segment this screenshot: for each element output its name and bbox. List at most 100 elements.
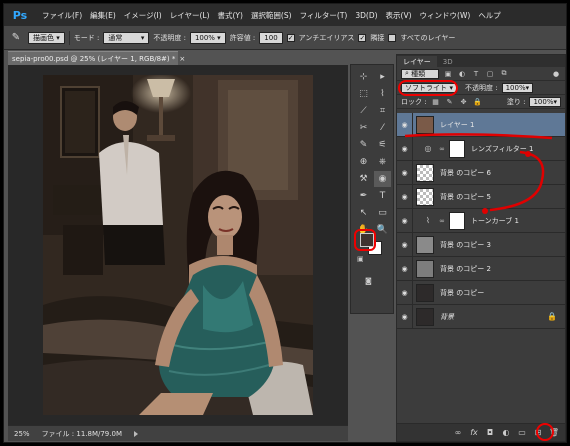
- history-brush-tool-icon[interactable]: ⎈: [374, 154, 391, 170]
- eye-icon[interactable]: ◉: [397, 280, 413, 305]
- layer-thumbnail: [416, 115, 434, 134]
- menu-3d[interactable]: 3D(D): [351, 11, 381, 20]
- layer-name: 背景 のコピー 5: [440, 192, 491, 201]
- eye-icon[interactable]: ◉: [397, 136, 413, 161]
- layer-mask-thumbnail[interactable]: [449, 211, 465, 230]
- stamp-tool-icon[interactable]: ⊕: [355, 154, 372, 170]
- tolerance-field[interactable]: 100: [259, 31, 283, 44]
- eye-icon[interactable]: ◉: [397, 160, 413, 185]
- antialias-checkbox[interactable]: ✓: [286, 33, 295, 42]
- menu-file[interactable]: ファイル(F): [38, 10, 86, 21]
- eraser-tool-icon[interactable]: ⚒: [355, 171, 372, 187]
- filter-toggle-icon[interactable]: ●: [551, 69, 561, 79]
- menu-type[interactable]: 書式(Y): [214, 10, 247, 21]
- trash-icon[interactable]: 🗑: [549, 428, 559, 438]
- chain-link-icon[interactable]: ∞: [438, 145, 446, 153]
- preset-select[interactable]: 描画色 ▾: [28, 31, 65, 44]
- layer-row[interactable]: ◉ 背景 のコピー 5: [397, 184, 565, 209]
- mode-select[interactable]: 通常 ▾: [103, 31, 150, 44]
- tab-layers[interactable]: レイヤー: [397, 56, 437, 67]
- smart-object-filter-icon[interactable]: ⧉: [499, 69, 509, 79]
- crop-tool-icon[interactable]: ⌗: [374, 103, 391, 119]
- lasso-tool-icon[interactable]: ⌇: [374, 86, 391, 102]
- healing-tool-icon[interactable]: ⚟: [374, 137, 391, 153]
- status-menu-arrow-icon[interactable]: [133, 430, 140, 437]
- pen-tool-icon[interactable]: ✒: [355, 188, 372, 204]
- all-layers-checkbox[interactable]: [388, 33, 397, 42]
- eye-icon[interactable]: ◉: [397, 232, 413, 257]
- lock-all-icon[interactable]: 🔒: [473, 97, 483, 107]
- lock-position-icon[interactable]: ✥: [459, 97, 469, 107]
- document-tab[interactable]: sepia-pro00.psd @ 25% (レイヤー 1, RGB/8#) *…: [8, 51, 185, 65]
- options-bar: ✎ 描画色 ▾ モード : 通常 ▾ 不透明度 : 100% ▾ 許容値 : 10…: [4, 26, 566, 50]
- new-layer-icon[interactable]: ⊞: [533, 428, 543, 438]
- layer-row[interactable]: ◉ 背景 のコピー: [397, 280, 565, 305]
- contiguous-checkbox[interactable]: ✓: [358, 33, 367, 42]
- adjustment-icon[interactable]: ◐: [501, 428, 511, 438]
- default-colors-icon[interactable]: ▣: [357, 255, 364, 263]
- quick-select-tool-icon[interactable]: ⟋: [355, 103, 372, 119]
- layer-row[interactable]: ◉ 背景 🔒: [397, 304, 565, 329]
- canvas-area[interactable]: [8, 65, 348, 425]
- document-photo[interactable]: [43, 75, 313, 415]
- tab-3d[interactable]: 3D: [437, 56, 459, 67]
- menu-select[interactable]: 選択範囲(S): [247, 10, 296, 21]
- layer-row[interactable]: ◉ 背景 のコピー 2: [397, 256, 565, 281]
- blend-mode-select[interactable]: ソフトライト ▾: [401, 82, 457, 93]
- type-tool-icon[interactable]: T: [374, 188, 391, 204]
- lock-icon: 🔒: [547, 312, 557, 321]
- paint-bucket-tool-icon[interactable]: ◉: [374, 171, 391, 187]
- layer-opacity-field[interactable]: 100% ▾: [501, 82, 534, 93]
- layer-row[interactable]: ◉ 背景 のコピー 6: [397, 160, 565, 185]
- mask-icon[interactable]: ◘: [485, 428, 495, 438]
- blend-row: ソフトライト ▾ 不透明度 : 100% ▾: [397, 79, 565, 96]
- quick-mask-icon[interactable]: ◙: [365, 277, 372, 285]
- chain-link-icon[interactable]: ∞: [438, 217, 446, 225]
- path-select-tool-icon[interactable]: ↖: [355, 205, 372, 221]
- layer-filter-select[interactable]: ⌕ 種類: [401, 68, 439, 79]
- layer-row[interactable]: ◉ ◎ ∞ レンズフィルター 1: [397, 136, 565, 161]
- eye-icon[interactable]: ◉: [397, 208, 413, 233]
- menu-edit[interactable]: 編集(E): [86, 10, 120, 21]
- eye-icon[interactable]: ◉: [397, 112, 413, 137]
- zoom-tool-icon[interactable]: 🔍: [374, 222, 391, 238]
- menu-layer[interactable]: レイヤー(L): [166, 10, 214, 21]
- eyedropper-tool-icon[interactable]: ⁄: [374, 120, 391, 136]
- lock-pixels-icon[interactable]: ✎: [445, 97, 455, 107]
- marquee-tool-icon[interactable]: ⬚: [355, 86, 372, 102]
- fill-field[interactable]: 100% ▾: [529, 96, 561, 107]
- eye-icon[interactable]: ◉: [397, 184, 413, 209]
- brush-tool-icon[interactable]: ✎: [355, 137, 372, 153]
- menu-help[interactable]: ヘルプ: [474, 10, 505, 21]
- shape-tool-icon[interactable]: ▭: [374, 205, 391, 221]
- slice-tool-icon[interactable]: ✂: [355, 120, 372, 136]
- lock-transparency-icon[interactable]: ▦: [431, 97, 441, 107]
- layer-row[interactable]: ◉ 背景 のコピー 3: [397, 232, 565, 257]
- zoom-level[interactable]: 25%: [14, 430, 30, 438]
- menu-filter[interactable]: フィルター(T): [296, 10, 352, 21]
- eye-icon[interactable]: ◉: [397, 256, 413, 281]
- layer-row[interactable]: ◉ ⌇ ∞ トーンカーブ 1: [397, 208, 565, 233]
- shape-filter-icon[interactable]: ▢: [485, 69, 495, 79]
- layer-thumbnail: [416, 307, 434, 326]
- eye-icon[interactable]: ◉: [397, 304, 413, 329]
- menu-image[interactable]: イメージ(I): [120, 10, 166, 21]
- menu-view[interactable]: 表示(V): [382, 10, 416, 21]
- link-icon[interactable]: ∞: [453, 428, 463, 438]
- move-tool-icon[interactable]: ⊹: [355, 69, 372, 85]
- folder-icon[interactable]: ▭: [517, 428, 527, 438]
- fx-icon[interactable]: fx: [469, 428, 479, 438]
- opacity-field[interactable]: 100% ▾: [189, 31, 226, 44]
- arrow-tool-icon[interactable]: ▸: [374, 69, 391, 85]
- layer-row[interactable]: ◉ レイヤー 1: [397, 112, 565, 137]
- opacity-label: 不透明度 :: [153, 33, 186, 42]
- adjustment-filter-icon[interactable]: ◐: [457, 69, 467, 79]
- brush-icon[interactable]: ✎: [8, 30, 24, 46]
- layer-mask-thumbnail[interactable]: [449, 139, 465, 158]
- pixel-filter-icon[interactable]: ▣: [443, 69, 453, 79]
- menu-window[interactable]: ウィンドウ(W): [416, 10, 475, 21]
- type-filter-icon[interactable]: T: [471, 69, 481, 79]
- tolerance-label: 許容値 :: [229, 33, 256, 42]
- close-icon[interactable]: ×: [179, 55, 185, 63]
- layer-filter-value: 種類: [411, 69, 426, 78]
